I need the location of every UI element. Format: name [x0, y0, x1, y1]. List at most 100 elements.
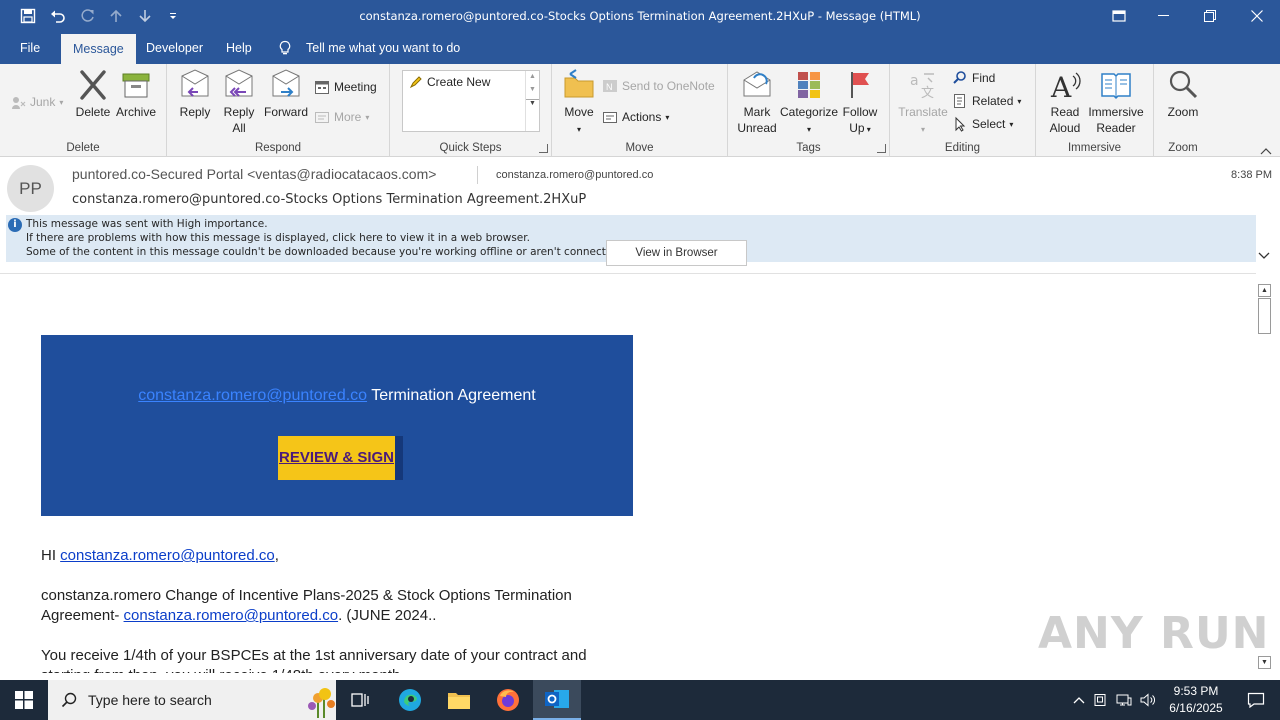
sender-address[interactable]: puntored.co-Secured Portal <ventas@radio…: [72, 166, 436, 182]
outlook-icon: [545, 690, 569, 708]
create-new-label[interactable]: Create New: [427, 75, 490, 89]
watermark: ANY RUN: [1038, 608, 1270, 659]
read-aloud-icon: A: [1050, 71, 1081, 102]
svg-text:N: N: [606, 82, 613, 92]
show-hidden-icons-icon[interactable]: [1070, 680, 1088, 720]
immersive-group: A Read Aloud Immersive Reader Immersive: [1036, 64, 1154, 157]
more-icon: [315, 112, 329, 123]
scroll-up-arrow[interactable]: ▲: [1258, 284, 1271, 297]
message-subject: constanza.romero@puntored.co-Stocks Opti…: [72, 192, 587, 207]
related-button[interactable]: Related ▾: [952, 91, 1021, 111]
tab-message[interactable]: Message: [61, 34, 136, 66]
quick-steps-group: Create New ▲ ▼ ▼ Quick Steps: [390, 64, 552, 157]
ribbon-display-options-icon[interactable]: [1096, 0, 1142, 32]
title-bar: constanza.romero@puntored.co-Stocks Opti…: [0, 0, 1280, 32]
folder-icon: [448, 693, 470, 709]
move-folder-icon: [564, 69, 594, 98]
maximize-button[interactable]: [1187, 0, 1233, 32]
read-aloud-button[interactable]: A Read Aloud: [1046, 68, 1084, 136]
review-sign-button[interactable]: REVIEW & SIGN: [278, 436, 395, 480]
zoom-group-label: Zoom: [1168, 142, 1198, 154]
more-respond-button[interactable]: More ▾: [314, 107, 369, 127]
forward-icon: [272, 69, 300, 97]
delete-group: Junk ▾ Delete Archive Delete: [0, 64, 167, 157]
system-tray: [1070, 680, 1160, 720]
respond-group: Reply Reply All Forward Meeting More ▾ Res…: [167, 64, 390, 157]
clock-date: 6/16/2025: [1169, 701, 1223, 715]
follow-up-button[interactable]: Follow Up ▾: [840, 68, 880, 138]
delete-button[interactable]: Delete: [74, 68, 112, 120]
move-button[interactable]: Move ▾: [562, 68, 596, 138]
outlook-taskbar-button[interactable]: [533, 680, 581, 720]
zoom-button[interactable]: Zoom: [1162, 68, 1204, 120]
recipient-address[interactable]: constanza.romero@puntored.co: [496, 169, 653, 181]
close-button[interactable]: [1234, 0, 1280, 32]
immersive-reader-icon: [1101, 73, 1131, 100]
quick-steps-scroll[interactable]: ▲ ▼ ▼: [525, 71, 539, 131]
paragraph-email-link[interactable]: constanza.romero@puntored.co: [124, 607, 339, 624]
taskbar-clock[interactable]: 9:53 PM 6/16/2025: [1160, 683, 1232, 717]
zoom-group: Zoom Zoom: [1154, 64, 1212, 157]
mark-unread-icon: [743, 71, 771, 97]
importance-notice: This message was sent with High importan…: [26, 218, 268, 230]
onenote-icon: N: [603, 80, 617, 92]
create-new-icon: [409, 76, 422, 89]
reply-button[interactable]: Reply: [178, 68, 212, 120]
windows-logo-icon: [15, 691, 33, 709]
tell-me-search[interactable]: Tell me what you want to do: [294, 32, 472, 64]
categorize-button[interactable]: Categorize ▾: [780, 68, 838, 138]
device-icon[interactable]: [1088, 680, 1112, 720]
quick-steps-launcher[interactable]: [539, 144, 548, 153]
info-icon: i: [8, 218, 22, 232]
tab-developer[interactable]: Developer: [134, 32, 215, 64]
archive-button[interactable]: Archive: [115, 68, 157, 120]
move-group: Move ▾ N Send to OneNote Actions ▾ Move: [552, 64, 728, 157]
expand-header-icon[interactable]: [1258, 249, 1272, 263]
tab-help[interactable]: Help: [214, 32, 264, 64]
mark-unread-button[interactable]: Mark Unread: [736, 68, 778, 136]
flowers-icon: [308, 688, 335, 718]
junk-button[interactable]: Junk ▾: [10, 92, 63, 112]
reply-all-button[interactable]: Reply All: [221, 68, 257, 136]
volume-icon[interactable]: [1136, 680, 1160, 720]
actions-button[interactable]: Actions ▾: [602, 107, 669, 127]
svg-text:文: 文: [921, 86, 934, 101]
select-button[interactable]: Select ▾: [952, 114, 1013, 134]
paragraph-1: constanza.romero Change of Incentive Pla…: [41, 587, 572, 624]
greeting-email-link[interactable]: constanza.romero@puntored.co: [60, 547, 275, 564]
review-button-shadow: [395, 436, 403, 480]
view-in-browser-notice[interactable]: If there are problems with how this mess…: [26, 232, 530, 244]
task-view-button[interactable]: [336, 680, 384, 720]
respond-group-label: Respond: [254, 142, 302, 154]
quick-steps-gallery[interactable]: Create New ▲ ▼ ▼: [402, 70, 540, 132]
minimize-button[interactable]: [1141, 0, 1187, 32]
send-to-onenote-button[interactable]: N Send to OneNote: [602, 76, 715, 96]
immersive-reader-button[interactable]: Immersive Reader: [1086, 68, 1146, 136]
file-explorer-taskbar-button[interactable]: [435, 680, 483, 720]
collapse-ribbon-icon[interactable]: [1260, 144, 1272, 155]
tab-file[interactable]: File: [8, 32, 52, 64]
edge-icon: [399, 689, 421, 711]
header-divider: [477, 166, 478, 184]
meeting-button[interactable]: Meeting: [314, 77, 377, 97]
translate-button[interactable]: a文 Translate ▾: [898, 68, 948, 138]
scroll-thumb[interactable]: [1258, 298, 1271, 334]
tags-group-label: Tags: [796, 142, 821, 154]
actions-icon: [603, 112, 617, 123]
lightbulb-icon: [277, 40, 293, 56]
network-icon[interactable]: [1112, 680, 1136, 720]
move-group-label: Move: [625, 142, 654, 154]
firefox-icon: [497, 689, 519, 711]
tags-launcher[interactable]: [877, 144, 886, 153]
task-view-icon: [351, 693, 369, 707]
edge-taskbar-button[interactable]: [386, 680, 434, 720]
notifications-button[interactable]: [1232, 680, 1280, 720]
start-button[interactable]: [0, 680, 48, 720]
banner-email-link[interactable]: constanza.romero@puntored.co: [138, 387, 367, 404]
view-in-browser-button[interactable]: View in Browser: [606, 240, 747, 266]
taskbar-search[interactable]: Type here to search: [48, 680, 336, 720]
firefox-taskbar-button[interactable]: [484, 680, 532, 720]
email-banner: constanza.romero@puntored.co Termination…: [41, 335, 633, 516]
forward-button[interactable]: Forward: [263, 68, 309, 120]
find-button[interactable]: Find: [952, 68, 995, 88]
